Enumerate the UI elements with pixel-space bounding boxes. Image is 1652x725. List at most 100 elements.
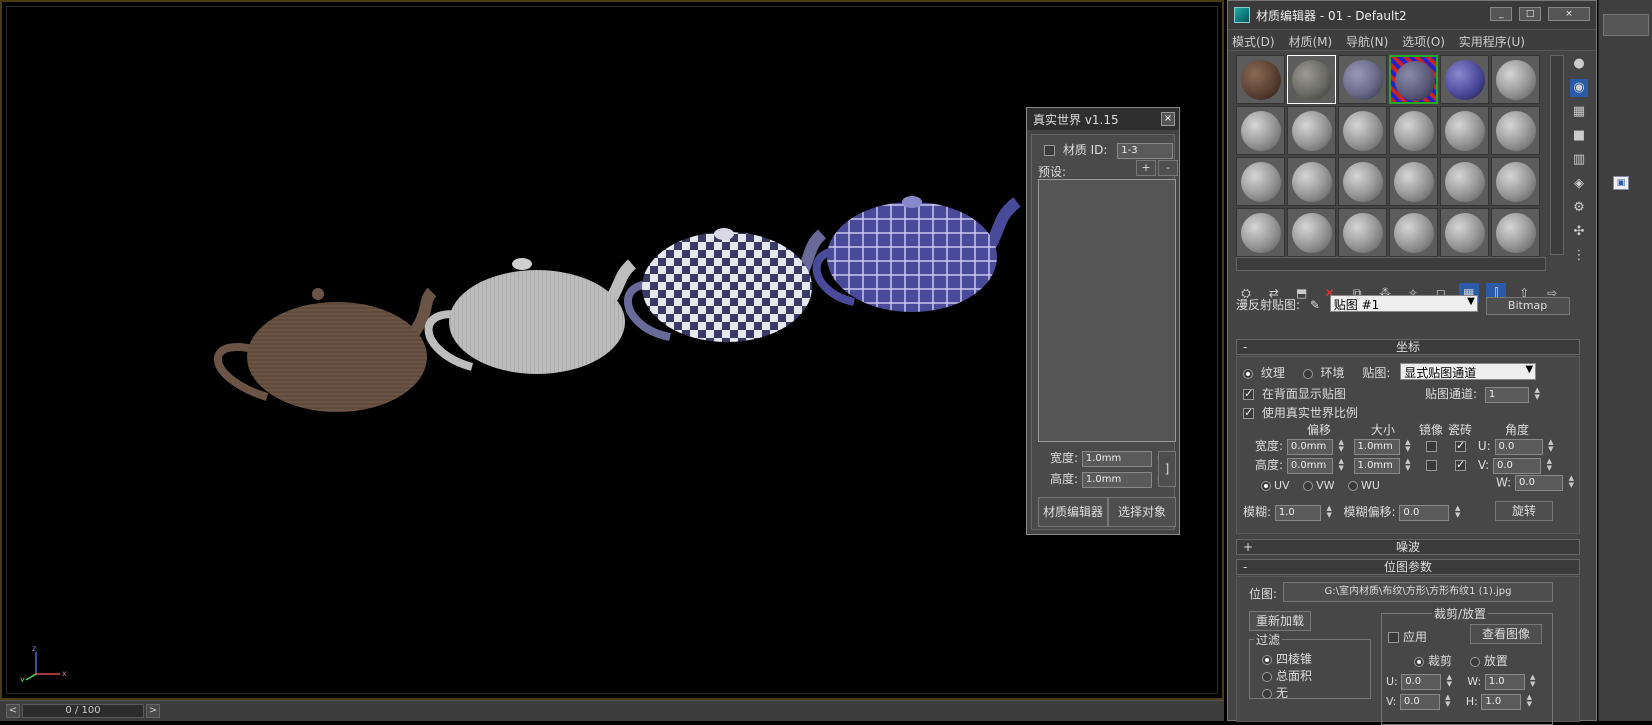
crop-w-field[interactable]: 1.0 <box>1484 674 1525 690</box>
angle-v-spinner[interactable]: ▲ ▼ <box>1545 457 1554 474</box>
size-height-spinner[interactable]: ▲ ▼ <box>1403 457 1412 474</box>
blur-field[interactable]: 1.0 <box>1274 504 1321 521</box>
material-editor-button[interactable]: 材质编辑器 <box>1038 497 1108 527</box>
angle-v-field[interactable]: 0.0 <box>1492 457 1541 474</box>
crop-radio[interactable] <box>1414 656 1424 667</box>
tile-v-checkbox[interactable] <box>1455 458 1467 471</box>
sample-uv-tiling-icon[interactable]: ■ <box>1570 127 1588 145</box>
close-icon[interactable]: × <box>1548 7 1590 21</box>
material-slot-plaid-selected[interactable] <box>1389 55 1438 104</box>
material-slot-weave[interactable] <box>1287 55 1336 104</box>
preset-list[interactable] <box>1038 179 1176 442</box>
teapot-blue-plaid[interactable] <box>812 196 1021 312</box>
menu-material[interactable]: 材质(M) <box>1288 35 1332 49</box>
background-checker-icon[interactable]: ▦ <box>1570 103 1588 121</box>
material-slot[interactable] <box>1287 157 1336 206</box>
noise-rollout-header[interactable]: + 噪波 <box>1236 539 1580 555</box>
minimize-icon[interactable]: _ <box>1490 7 1513 21</box>
material-slot[interactable] <box>1389 157 1438 206</box>
size-height-field[interactable]: 1.0mm <box>1353 457 1400 474</box>
material-slot[interactable] <box>1236 157 1285 206</box>
menu-mode[interactable]: 模式(D) <box>1232 35 1275 49</box>
crop-h-spinner[interactable]: ▲ ▼ <box>1525 694 1534 710</box>
summed-radio[interactable] <box>1262 671 1272 682</box>
wu-radio[interactable] <box>1347 481 1358 491</box>
none-radio[interactable] <box>1262 688 1272 699</box>
place-radio[interactable] <box>1469 656 1480 667</box>
bitmap-path-button[interactable]: G:\室内材质\布纹\方形\方形布纹1 (1).jpg <box>1283 582 1553 602</box>
offset-height-spinner[interactable]: ▲ ▼ <box>1337 457 1346 474</box>
view-image-button[interactable]: 查看图像 <box>1470 624 1542 644</box>
material-slot[interactable] <box>1440 106 1489 155</box>
size-width-spinner[interactable]: ▲ ▼ <box>1403 438 1412 455</box>
bitmap-params-rollout-header[interactable]: - 位图参数 <box>1236 559 1580 575</box>
blur-offset-field[interactable]: 0.0 <box>1399 504 1450 521</box>
height-field[interactable]: 1.0mm <box>1081 471 1152 488</box>
vw-radio[interactable] <box>1303 481 1314 491</box>
environ-radio[interactable] <box>1302 368 1313 379</box>
sample-type-icon[interactable]: ● <box>1570 55 1588 73</box>
material-slot[interactable] <box>1491 157 1540 206</box>
material-slot[interactable] <box>1389 208 1438 257</box>
material-slot[interactable] <box>1491 208 1540 257</box>
material-editor-titlebar[interactable]: 材质编辑器 - 01 - Default2 _ □ × <box>1228 1 1596 29</box>
preset-remove-button[interactable]: - <box>1158 160 1178 176</box>
menu-options[interactable]: 选项(O) <box>1402 35 1445 49</box>
offset-width-field[interactable]: 0.0mm <box>1286 438 1333 455</box>
material-slot[interactable] <box>1338 106 1387 155</box>
material-slot[interactable] <box>1338 208 1387 257</box>
mirror-v-checkbox[interactable] <box>1426 460 1438 471</box>
map-channel-spinner[interactable]: ▲ ▼ <box>1533 386 1542 403</box>
crop-v-spinner[interactable]: ▲ ▼ <box>1443 694 1452 710</box>
angle-u-field[interactable]: 0.0 <box>1494 438 1543 455</box>
slots-horizontal-scrollbar[interactable] <box>1236 257 1546 271</box>
material-slot-blue[interactable] <box>1440 55 1489 104</box>
material-slot-wood[interactable] <box>1236 55 1285 104</box>
texture-radio[interactable] <box>1243 368 1253 379</box>
tile-u-checkbox[interactable] <box>1455 439 1467 452</box>
apply-checkbox[interactable] <box>1388 632 1399 643</box>
mirror-u-checkbox[interactable] <box>1426 441 1438 452</box>
options-icon[interactable]: ⚙ <box>1570 199 1588 217</box>
menu-utilities[interactable]: 实用程序(U) <box>1459 35 1525 49</box>
map-name-dropdown[interactable]: 贴图 #1 ▼ <box>1329 295 1478 312</box>
real-world-panel-titlebar[interactable]: 真实世界 v1.15 × <box>1027 108 1179 130</box>
uv-radio[interactable] <box>1261 481 1271 491</box>
material-slot[interactable] <box>1440 157 1489 206</box>
blur-spinner[interactable]: ▲ ▼ <box>1325 504 1334 521</box>
angle-w-spinner[interactable]: ▲ ▼ <box>1567 475 1576 491</box>
coordinates-rollout-header[interactable]: - 坐标 <box>1236 339 1580 355</box>
material-slot[interactable] <box>1440 208 1489 257</box>
select-by-material-icon[interactable]: ✣ <box>1570 223 1588 241</box>
reload-button[interactable]: 重新加载 <box>1249 611 1311 631</box>
timeline-slider[interactable]: 0 / 100 <box>22 704 144 718</box>
material-slot[interactable] <box>1287 208 1336 257</box>
size-width-field[interactable]: 1.0mm <box>1353 438 1400 455</box>
pyramidal-radio[interactable] <box>1262 654 1272 665</box>
rotate-button[interactable]: 旋转 <box>1495 501 1553 521</box>
angle-w-field[interactable]: 0.0 <box>1515 475 1564 491</box>
real-world-checkbox[interactable] <box>1243 406 1254 419</box>
material-slot[interactable] <box>1287 106 1336 155</box>
crop-v-field[interactable]: 0.0 <box>1399 694 1440 710</box>
blur-offset-spinner[interactable]: ▲ ▼ <box>1453 504 1462 521</box>
material-slot[interactable] <box>1236 208 1285 257</box>
material-slot[interactable] <box>1491 106 1540 155</box>
map-type-button[interactable]: Bitmap <box>1485 297 1570 315</box>
offset-width-spinner[interactable]: ▲ ▼ <box>1337 438 1346 455</box>
backlight-icon[interactable]: ◉ <box>1570 79 1588 97</box>
menu-navigation[interactable]: 导航(N) <box>1346 35 1388 49</box>
make-preview-icon[interactable]: ◈ <box>1570 175 1588 193</box>
timeline-bar[interactable]: < 0 / 100 > <box>0 700 1224 721</box>
map-channel-field[interactable]: 1 <box>1484 386 1529 403</box>
teapot-white-weave[interactable] <box>424 258 637 374</box>
crop-u-field[interactable]: 0.0 <box>1401 674 1442 690</box>
eyedropper-icon[interactable]: ✎ <box>1310 298 1320 312</box>
material-id-checkbox[interactable] <box>1044 145 1055 156</box>
teapot-wood[interactable] <box>213 287 437 412</box>
crop-u-spinner[interactable]: ▲ ▼ <box>1445 674 1454 690</box>
offset-height-field[interactable]: 0.0mm <box>1286 457 1333 474</box>
close-icon[interactable]: × <box>1161 112 1175 126</box>
material-slot[interactable] <box>1491 55 1540 104</box>
mapping-dropdown[interactable]: 显式贴图通道 ▼ <box>1400 363 1537 380</box>
